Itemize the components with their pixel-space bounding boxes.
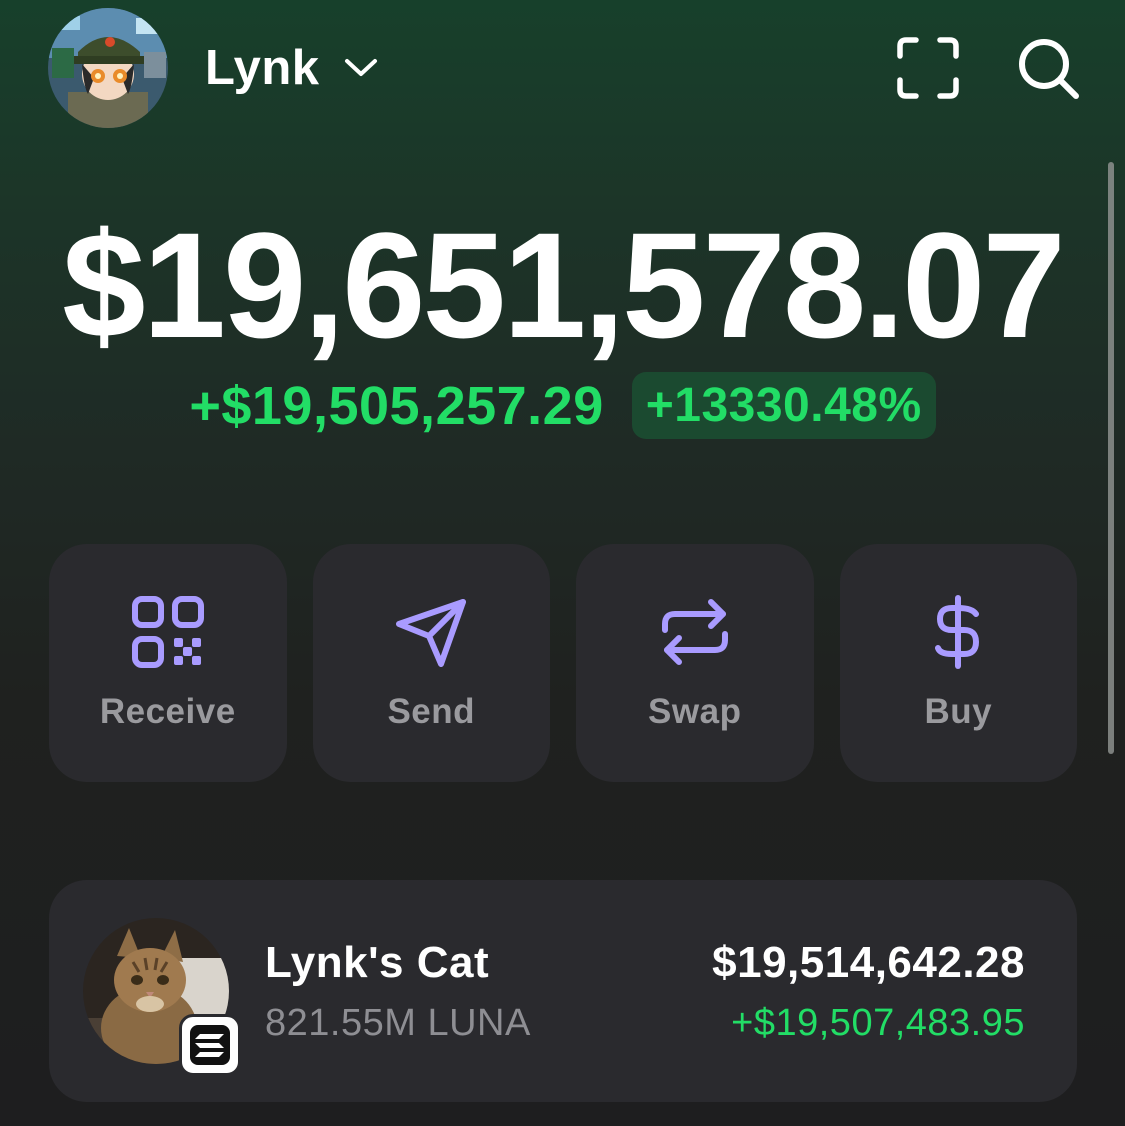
search-button[interactable]: [1016, 36, 1080, 100]
send-label: Send: [387, 692, 476, 731]
account-name: Lynk: [205, 41, 320, 95]
change-amount: +$19,505,257.29: [189, 375, 604, 436]
receive-label: Receive: [99, 692, 236, 731]
send-icon: [396, 599, 467, 667]
token-amount: 821.55M LUNA: [265, 1002, 531, 1044]
token-name: Lynk's Cat: [265, 938, 490, 987]
send-button[interactable]: Send: [312, 544, 550, 782]
swap-icon: [661, 599, 728, 665]
chain-badge: [179, 1014, 241, 1076]
scan-icon: [897, 37, 959, 99]
solana-icon: [190, 1025, 230, 1065]
buy-button[interactable]: Buy: [839, 544, 1077, 782]
swap-button[interactable]: Swap: [576, 544, 814, 782]
change-percent-badge: +13330.48%: [631, 372, 936, 439]
total-balance: $19,651,578.07: [62, 201, 1066, 369]
action-buttons: Receive Send Swap Buy: [49, 544, 1077, 782]
chevron-down-icon: [344, 59, 377, 76]
token-value: $19,514,642.28: [712, 938, 1025, 987]
avatar[interactable]: [48, 8, 168, 128]
scan-button[interactable]: [896, 36, 960, 100]
balance-change-row: +$19,505,257.29 +13330.48%: [0, 372, 1125, 439]
search-icon: [1019, 39, 1079, 99]
dollar-icon: [935, 595, 980, 669]
account-switcher[interactable]: Lynk: [205, 36, 378, 100]
qr-code-icon: [131, 596, 204, 668]
buy-label: Buy: [924, 692, 993, 731]
receive-button[interactable]: Receive: [49, 544, 287, 782]
token-row[interactable]: Lynk's Cat 821.55M LUNA $19,514,642.28 +…: [49, 880, 1077, 1102]
swap-label: Swap: [648, 692, 742, 731]
avatar-image: [48, 8, 168, 128]
token-change: +$19,507,483.95: [731, 1002, 1025, 1044]
